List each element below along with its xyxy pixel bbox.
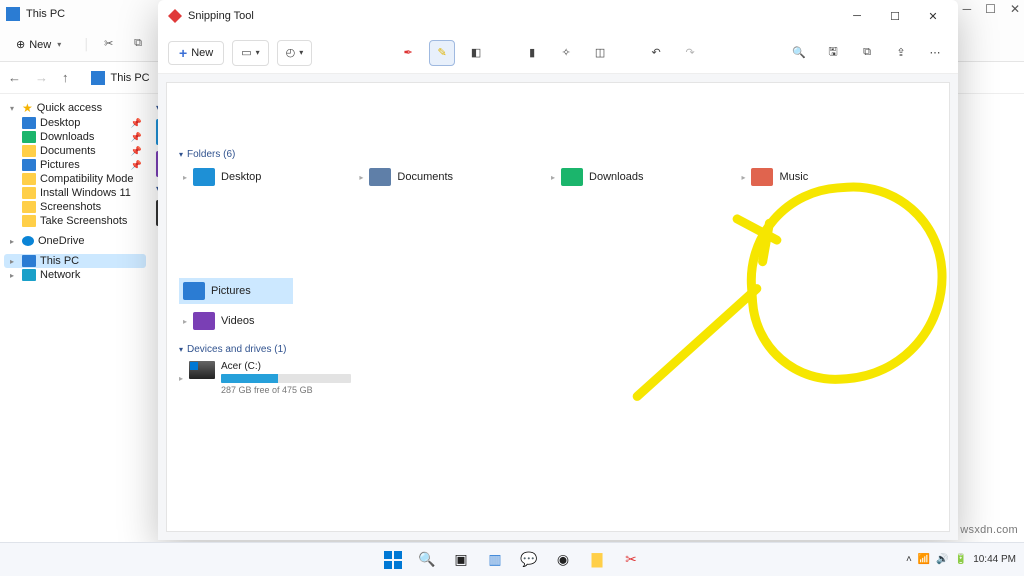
tree-documents[interactable]: Documents📌 (4, 144, 146, 158)
address-text: This PC (111, 72, 150, 84)
forward-button[interactable]: → (35, 70, 48, 85)
explorer-icon[interactable]: ▇ (586, 549, 608, 571)
snipping-tool-icon (168, 9, 182, 23)
snip-delay[interactable]: ◴ ▾ (277, 40, 313, 66)
new-button[interactable]: ⊕ New▾ (8, 35, 69, 54)
snip-mode[interactable]: ▭ ▾ (232, 40, 268, 66)
snip-titlebar[interactable]: Snipping Tool ─ ☐ ✕ (158, 0, 958, 32)
share-icon[interactable]: ⇪ (888, 40, 914, 66)
tree-desktop[interactable]: Desktop📌 (4, 116, 146, 130)
window-title: This PC (26, 8, 65, 20)
tree-compat[interactable]: Compatibility Mode (4, 172, 146, 186)
cut-icon[interactable]: ✂ (104, 37, 120, 53)
drive-c[interactable]: ▸ Acer (C:) 287 GB free of 475 GB (179, 361, 941, 395)
drive-label: Acer (C:) (221, 361, 351, 372)
snip-title: Snipping Tool (188, 10, 254, 22)
folder-music[interactable]: ▸Music (737, 166, 812, 188)
taskbar: 🔍 ▣ ▥ 💬 ◉ ▇ ✂ ˄ 📶 🔊 🔋 10:44 PM (0, 542, 1024, 576)
tree-downloads[interactable]: Downloads📌 (4, 130, 146, 144)
tray-chevron-icon[interactable]: ˄ (906, 554, 912, 565)
snipping-tool-taskbar-icon[interactable]: ✂ (620, 549, 642, 571)
minimize-button[interactable]: ─ (963, 2, 972, 16)
folder-videos[interactable]: ▸Videos (179, 310, 258, 332)
eraser-icon[interactable]: ◧ (463, 40, 489, 66)
watermark: wsxdn.com (960, 524, 1018, 536)
snip-canvas[interactable]: ▾Folders (6) ▸Desktop ▸Documents ▸Downlo… (158, 74, 958, 540)
redo-icon[interactable]: ↷ (677, 40, 703, 66)
pen-red-icon[interactable]: ✒ (395, 40, 421, 66)
quick-access[interactable]: ▾★Quick access (4, 100, 146, 116)
clock[interactable]: 10:44 PM (973, 554, 1016, 565)
back-button[interactable]: ← (8, 70, 21, 85)
widgets-icon[interactable]: ▥ (484, 549, 506, 571)
highlighter-icon[interactable]: ✎ (429, 40, 455, 66)
copy-icon[interactable]: ⧉ (854, 40, 880, 66)
snipping-tool-window: Snipping Tool ─ ☐ ✕ +New ▭ ▾ ◴ ▾ ✒ ✎ ◧ ▮… (158, 0, 958, 540)
chat-icon[interactable]: 💬 (518, 549, 540, 571)
maximize-button[interactable]: ☐ (985, 2, 996, 16)
drive-free-text: 287 GB free of 475 GB (221, 385, 351, 395)
tree-install[interactable]: Install Windows 11 (4, 186, 146, 200)
folder-downloads[interactable]: ▸Downloads (547, 166, 647, 188)
snip-toolbar: +New ▭ ▾ ◴ ▾ ✒ ✎ ◧ ▮ ✧ ◫ ↶ ↷ 🔍 🖫 ⧉ ⇪ ⋯ (158, 32, 958, 74)
folder-documents[interactable]: ▸Documents (355, 166, 457, 188)
tree-pictures[interactable]: Pictures📌 (4, 158, 146, 172)
screenshot-content: ▾Folders (6) ▸Desktop ▸Documents ▸Downlo… (166, 82, 950, 532)
tree-this-pc[interactable]: ▸This PC (4, 254, 146, 268)
address-bar[interactable]: This PC (91, 71, 150, 85)
copy-icon[interactable]: ⧉ (134, 37, 150, 53)
drive-usage-bar (221, 374, 351, 383)
touch-icon[interactable]: ✧ (553, 40, 579, 66)
save-icon[interactable]: 🖫 (820, 40, 846, 66)
maximize-button[interactable]: ☐ (880, 5, 910, 27)
tree-take[interactable]: Take Screenshots (4, 214, 146, 228)
close-button[interactable]: ✕ (918, 5, 948, 27)
battery-icon[interactable]: 🔋 (955, 554, 967, 565)
wifi-icon[interactable]: 📶 (918, 554, 930, 565)
this-pc-icon (91, 71, 105, 85)
zoom-icon[interactable]: 🔍 (786, 40, 812, 66)
more-icon[interactable]: ⋯ (922, 40, 948, 66)
tree-screenshots[interactable]: Screenshots (4, 200, 146, 214)
minimize-button[interactable]: ─ (842, 5, 872, 27)
close-button[interactable]: ✕ (1010, 2, 1020, 16)
ruler-icon[interactable]: ▮ (519, 40, 545, 66)
undo-icon[interactable]: ↶ (643, 40, 669, 66)
drive-icon (189, 361, 215, 379)
chrome-icon[interactable]: ◉ (552, 549, 574, 571)
crop-icon[interactable]: ◫ (587, 40, 613, 66)
task-view-icon[interactable]: ▣ (450, 549, 472, 571)
nav-tree: ▾★Quick access Desktop📌 Downloads📌 Docum… (0, 94, 150, 538)
this-pc-icon (6, 7, 20, 21)
up-button[interactable]: ↑ (62, 70, 69, 85)
folders-section[interactable]: ▾Folders (6) (179, 149, 941, 160)
volume-icon[interactable]: 🔊 (936, 554, 948, 565)
search-icon[interactable]: 🔍 (416, 549, 438, 571)
tree-network[interactable]: ▸Network (4, 268, 146, 282)
start-button[interactable] (382, 549, 404, 571)
folder-pictures[interactable]: Pictures (179, 278, 293, 304)
tree-onedrive[interactable]: ▸OneDrive (4, 234, 146, 248)
snip-new-button[interactable]: +New (168, 41, 224, 65)
devices-section[interactable]: ▾Devices and drives (1) (179, 344, 941, 355)
folder-desktop[interactable]: ▸Desktop (179, 166, 265, 188)
